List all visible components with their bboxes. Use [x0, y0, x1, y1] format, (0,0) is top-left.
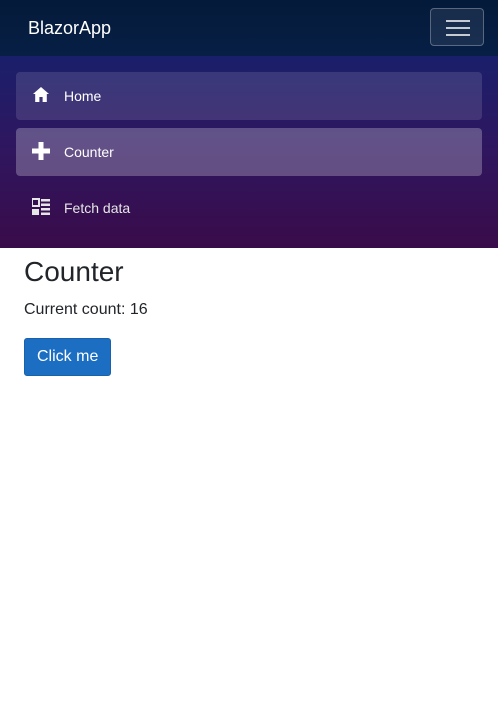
list-icon — [31, 198, 50, 216]
top-bar: BlazorApp — [0, 0, 498, 56]
current-count-text: Current count: 16 — [24, 298, 148, 322]
nav-item-fetch-data-label: Fetch data — [64, 200, 131, 216]
plus-icon — [32, 142, 50, 160]
main-content: Counter Current count: 16 Click me — [24, 256, 148, 376]
nav-item-counter-label: Counter — [64, 144, 114, 160]
hamburger-icon-line-2 — [446, 27, 470, 29]
nav-item-counter[interactable]: Counter — [16, 128, 482, 176]
brand-link[interactable]: BlazorApp — [28, 16, 111, 40]
app-root: BlazorApp Home Counter Fetch data Counte… — [0, 0, 498, 721]
nav-item-fetch-data[interactable]: Fetch data — [16, 184, 482, 232]
nav-item-home[interactable]: Home — [16, 72, 482, 120]
home-icon — [32, 86, 50, 104]
click-me-button[interactable]: Click me — [24, 338, 112, 376]
navbar-toggler-button[interactable] — [430, 8, 484, 46]
nav-menu: Home Counter Fetch data — [0, 56, 498, 248]
hamburger-icon-line-3 — [446, 34, 470, 36]
nav-item-home-label: Home — [64, 88, 102, 104]
hamburger-icon-line-1 — [446, 20, 470, 22]
page-title: Counter — [24, 256, 124, 287]
current-count-label: Current count: — [24, 301, 130, 318]
current-count-value: 16 — [129, 301, 148, 318]
